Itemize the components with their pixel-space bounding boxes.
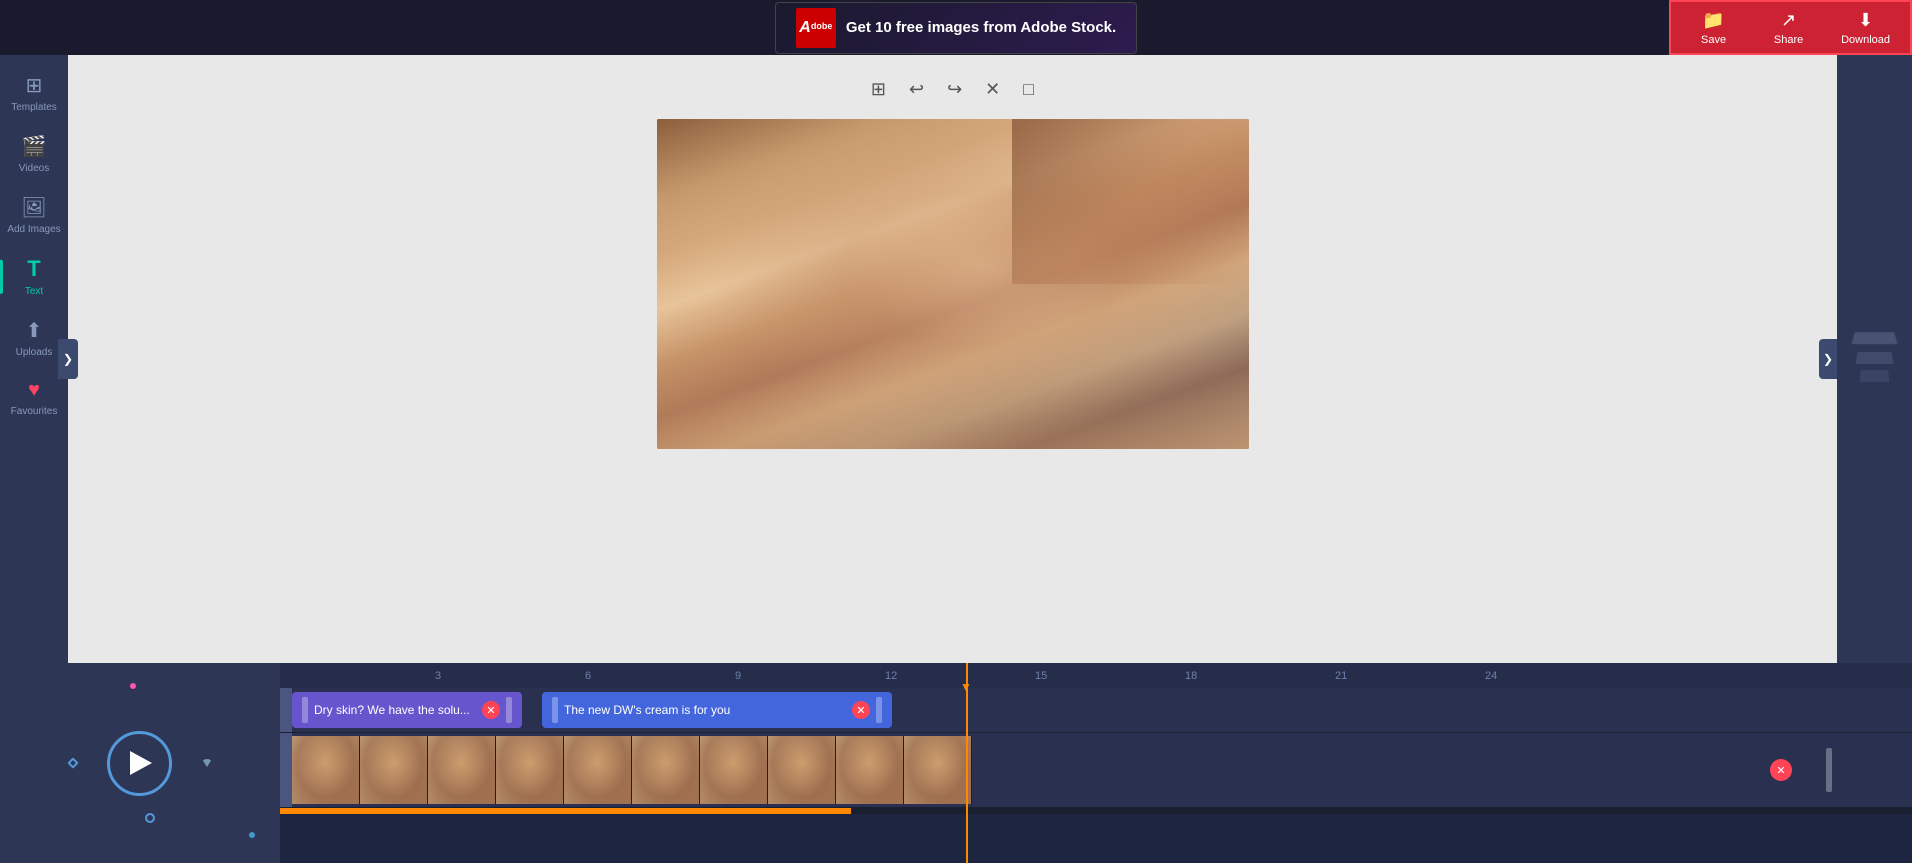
download-label: Download — [1841, 34, 1890, 46]
text-segment-2-label: The new DW's cream is for you — [564, 703, 846, 717]
video-thumb-7 — [700, 736, 768, 804]
video-thumb-9 — [836, 736, 904, 804]
bottom-section: 3 6 9 12 15 18 21 24 Dry skin? We ha — [0, 663, 1912, 863]
text-icon: T — [27, 256, 40, 282]
video-thumb-4 — [496, 736, 564, 804]
undo-button[interactable]: ↩ — [905, 75, 928, 104]
grid-view-icon[interactable]: ⊞ — [867, 75, 890, 104]
progress-bar-fill — [280, 808, 851, 814]
canvas-toolbar: ⊞ ↩ ↪ ✕ □ — [867, 75, 1038, 104]
ruler-mark-12: 12 — [885, 670, 897, 682]
templates-icon: ⊞ — [26, 73, 43, 98]
ruler-mark-18: 18 — [1185, 670, 1197, 682]
text-label: Text — [25, 286, 43, 297]
text-segment-1[interactable]: Dry skin? We have the solu... ✕ — [292, 692, 522, 728]
save-button[interactable]: 📁 Save — [1676, 5, 1751, 51]
text-segment-1-label: Dry skin? We have the solu... — [314, 703, 476, 717]
diamond-icon — [67, 757, 78, 768]
add-images-label: Add Images — [7, 224, 60, 235]
main-area: ⊞ Templates 🎬 Videos 🖼 Add Images T Text… — [0, 55, 1912, 663]
uploads-icon: ⬆ — [26, 318, 43, 343]
ruler-mark-24: 24 — [1485, 670, 1497, 682]
video-thumb-3 — [428, 736, 496, 804]
delete-segment-2-button[interactable]: ✕ — [852, 701, 870, 719]
progress-bar[interactable] — [280, 808, 1912, 814]
share-button[interactable]: ↗ Share — [1751, 5, 1826, 51]
ruler-mark-9: 9 — [735, 670, 741, 682]
sidebar-item-videos[interactable]: 🎬 Videos — [0, 126, 68, 182]
video-track: ✕ — [280, 733, 1912, 808]
playhead[interactable] — [966, 688, 968, 863]
favourites-icon: ♥ — [28, 379, 40, 402]
ruler-mark-3: 3 — [435, 670, 441, 682]
timeline: 3 6 9 12 15 18 21 24 Dry skin? We ha — [280, 663, 1912, 863]
track-handle-left-1[interactable] — [280, 688, 292, 732]
video-placeholder — [657, 119, 1249, 449]
sidebar-item-add-images[interactable]: 🖼 Add Images — [0, 187, 68, 243]
video-thumb-10 — [904, 736, 972, 804]
redo-button[interactable]: ↪ — [943, 75, 966, 104]
videos-icon: 🎬 — [22, 134, 47, 159]
videos-label: Videos — [19, 163, 49, 174]
track-handle-left-2[interactable] — [280, 733, 292, 807]
blue-dot — [249, 832, 255, 838]
video-resize-handle[interactable] — [1826, 748, 1832, 792]
ad-content[interactable]: Adobe Get 10 free images from Adobe Stoc… — [775, 2, 1137, 54]
video-thumb-2 — [360, 736, 428, 804]
circle-outline — [145, 813, 155, 823]
timeline-tracks: Dry skin? We have the solu... ✕ The new … — [280, 688, 1912, 863]
share-icon: ↗ — [1781, 10, 1796, 31]
expand-right-button[interactable]: ❯ — [1819, 339, 1837, 379]
play-triangle-icon — [130, 751, 152, 775]
timeline-ruler: 3 6 9 12 15 18 21 24 — [280, 663, 1912, 688]
down-arrow-icon — [202, 759, 212, 767]
close-canvas-button[interactable]: ✕ — [981, 75, 1004, 104]
ad-text: Get 10 free images from Adobe Stock. — [846, 19, 1116, 36]
video-frame — [657, 119, 1249, 449]
layers-icon — [1852, 334, 1897, 384]
pink-dot — [130, 683, 136, 689]
canvas-area: ⊞ ↩ ↪ ✕ □ — [68, 55, 1837, 663]
sidebar-item-templates[interactable]: ⊞ Templates — [0, 65, 68, 121]
favourites-label: Favourites — [11, 406, 58, 417]
sidebar-item-favourites[interactable]: ♥ Favourites — [0, 371, 68, 425]
top-toolbar: 📁 Save ↗ Share ⬇ Download — [1669, 0, 1912, 55]
video-thumb-8 — [768, 736, 836, 804]
segment-resize-left-1[interactable] — [302, 697, 308, 722]
play-button[interactable] — [107, 731, 172, 796]
download-icon: ⬇ — [1858, 10, 1873, 31]
ruler-mark-21: 21 — [1335, 670, 1347, 682]
templates-label: Templates — [11, 102, 57, 113]
segment-resize-right-2[interactable] — [876, 697, 882, 722]
segment-resize-left-2[interactable] — [552, 697, 558, 722]
play-controls — [0, 663, 280, 863]
video-thumb-5 — [564, 736, 632, 804]
save-icon: 📁 — [1702, 10, 1724, 31]
video-thumb-1 — [292, 736, 360, 804]
text-track: Dry skin? We have the solu... ✕ The new … — [280, 688, 1912, 733]
segment-resize-right-1[interactable] — [506, 697, 512, 722]
download-button[interactable]: ⬇ Download — [1826, 5, 1905, 51]
share-label: Share — [1774, 34, 1803, 46]
text-segment-2[interactable]: The new DW's cream is for you ✕ — [542, 692, 892, 728]
sidebar-item-text[interactable]: T Text — [0, 248, 68, 305]
uploads-label: Uploads — [16, 347, 53, 358]
ruler-mark-15: 15 — [1035, 670, 1047, 682]
delete-video-segment-button[interactable]: ✕ — [1770, 759, 1792, 781]
delete-segment-1-button[interactable]: ✕ — [482, 701, 500, 719]
save-label: Save — [1701, 34, 1726, 46]
dots-row — [69, 731, 212, 796]
ruler-mark-6: 6 — [585, 670, 591, 682]
right-panel: ❯ — [1837, 55, 1912, 663]
ad-logo: Adobe — [796, 8, 836, 48]
ad-bar: Adobe Get 10 free images from Adobe Stoc… — [0, 0, 1912, 55]
left-sidebar: ⊞ Templates 🎬 Videos 🖼 Add Images T Text… — [0, 55, 68, 663]
add-images-icon: 🖼 — [21, 195, 46, 220]
video-thumb-6 — [632, 736, 700, 804]
expand-canvas-button[interactable]: □ — [1019, 75, 1038, 104]
sidebar-collapse-btn[interactable]: ❯ — [58, 339, 78, 379]
